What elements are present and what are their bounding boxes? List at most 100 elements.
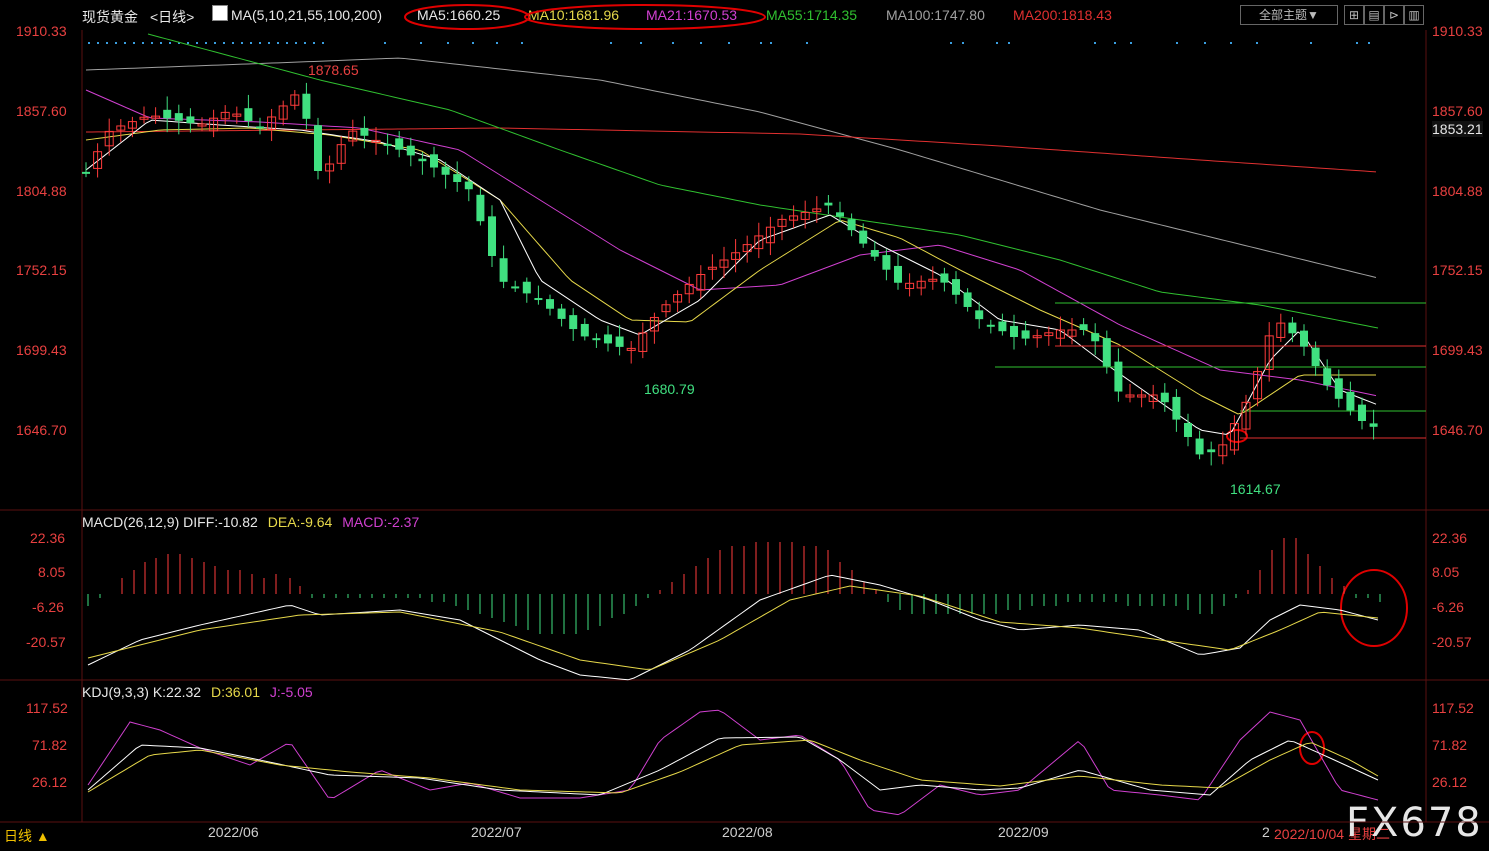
marker-dot	[313, 42, 315, 44]
marker-dot	[196, 42, 198, 44]
candle-body	[499, 258, 508, 282]
candle-body	[464, 181, 473, 190]
candle-body	[569, 315, 578, 330]
candle-body	[314, 125, 322, 171]
marker-dot	[496, 42, 498, 44]
marker-dot	[151, 42, 153, 44]
candle-body	[1323, 368, 1332, 386]
marker-dot	[115, 42, 117, 44]
marker-dot	[160, 42, 162, 44]
candle-body	[174, 113, 183, 121]
marker-dot	[277, 42, 279, 44]
marker-dot	[223, 42, 225, 44]
candle-body	[882, 255, 891, 270]
candle-body	[847, 219, 856, 231]
candle-body	[534, 298, 543, 301]
candle-body	[998, 321, 1007, 332]
candle-body	[859, 230, 868, 244]
candle-body	[82, 171, 90, 174]
marker-dot	[472, 42, 474, 44]
marker-dot	[1204, 42, 1206, 44]
candle-body	[1184, 423, 1192, 437]
marker-dot	[1230, 42, 1232, 44]
candle-body	[580, 323, 589, 337]
marker-dot	[447, 42, 449, 44]
candle-body	[604, 334, 612, 344]
candle-body	[1114, 361, 1123, 392]
candle-body	[940, 273, 949, 283]
marker-dot	[259, 42, 261, 44]
candle-body	[615, 336, 624, 347]
candle-body	[546, 299, 554, 309]
candle-body	[557, 308, 566, 319]
candle-body	[824, 202, 833, 206]
candle-body	[1334, 378, 1343, 399]
candlestick-chart[interactable]	[0, 0, 1489, 851]
marker-dot	[1256, 42, 1258, 44]
ma55-line	[147, 33, 1379, 329]
marker-dot	[124, 42, 126, 44]
candle-body	[963, 292, 972, 307]
marker-dot	[286, 42, 288, 44]
marker-dot	[950, 42, 952, 44]
marker-dot	[770, 42, 772, 44]
marker-dot	[133, 42, 135, 44]
candle-body	[256, 126, 264, 129]
marker-dot	[1176, 42, 1178, 44]
candle-body	[522, 281, 531, 294]
marker-dot	[1356, 42, 1358, 44]
marker-dot	[672, 42, 674, 44]
candle-body	[360, 127, 369, 136]
candle-body	[1346, 391, 1355, 411]
annotation-circle	[1340, 569, 1408, 647]
ma10-line	[85, 127, 1376, 415]
candle-body	[870, 250, 879, 257]
marker-dot	[1130, 42, 1132, 44]
candle-body	[302, 93, 311, 119]
marker-dot	[97, 42, 99, 44]
candle-body	[186, 116, 195, 124]
marker-dot	[806, 42, 808, 44]
marker-dot	[232, 42, 234, 44]
marker-dot	[169, 42, 171, 44]
candle-body	[986, 324, 995, 327]
marker-dot	[1008, 42, 1010, 44]
marker-dot	[88, 42, 90, 44]
candle-body	[395, 138, 404, 150]
marker-dot	[962, 42, 964, 44]
candle-body	[1288, 322, 1297, 334]
marker-dot	[187, 42, 189, 44]
marker-dot	[205, 42, 207, 44]
marker-dot	[384, 42, 386, 44]
macd-dea-line	[87, 585, 1379, 670]
candle-body	[476, 194, 485, 222]
candle-body	[511, 286, 520, 289]
candle-body	[244, 108, 253, 122]
marker-dot	[214, 42, 216, 44]
candle-body	[430, 154, 438, 168]
candle-body	[592, 338, 601, 341]
candle-body	[1369, 423, 1378, 427]
marker-dot	[1094, 42, 1096, 44]
candle-body	[418, 158, 427, 162]
kdj-j-line	[87, 709, 1379, 816]
ma200-line	[85, 127, 1377, 173]
marker-dot	[322, 42, 324, 44]
candle-body	[1195, 438, 1204, 455]
ma21-line	[85, 89, 1377, 397]
marker-dot	[521, 42, 523, 44]
candle-body	[488, 216, 496, 256]
candle-body	[453, 174, 462, 182]
candle-body	[1079, 324, 1088, 330]
annotation-circle	[404, 4, 530, 30]
macd-diff-line	[87, 574, 1379, 681]
marker-dot	[268, 42, 270, 44]
marker-dot	[1310, 42, 1312, 44]
marker-dot	[142, 42, 144, 44]
candle-body	[1311, 347, 1320, 366]
annotation-circle	[1299, 731, 1325, 765]
marker-dot	[700, 42, 702, 44]
marker-dot	[304, 42, 306, 44]
candle-body	[975, 310, 984, 320]
candle-body	[952, 279, 960, 295]
